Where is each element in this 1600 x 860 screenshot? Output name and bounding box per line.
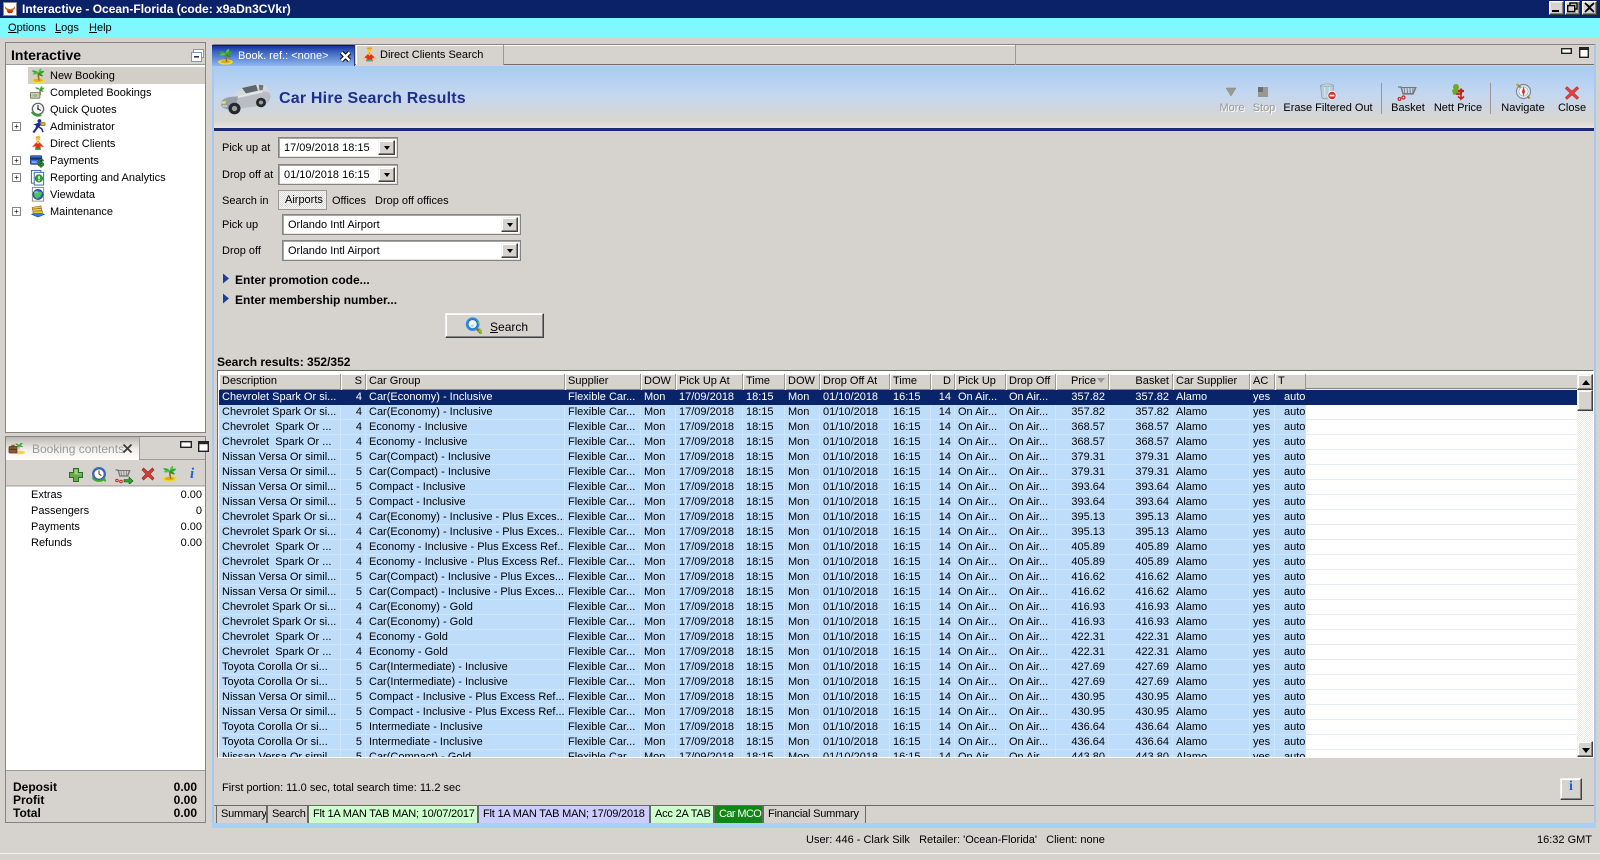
svg-text:$: $ [38,158,45,169]
svg-text:i: i [190,466,195,481]
